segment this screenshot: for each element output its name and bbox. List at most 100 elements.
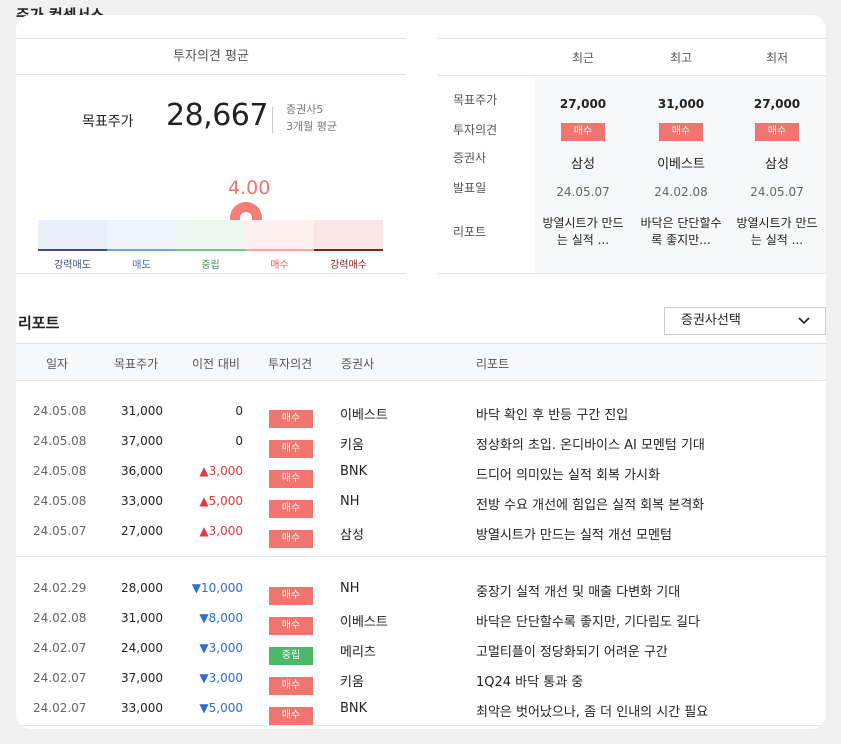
table-row[interactable]: 24.05.08 31,000 0 매수 이베스트 바닥 확인 후 반등 구간 진입 (16, 397, 826, 428)
scale-segment: 강력매수 (314, 220, 383, 271)
reports-table-header: 일자 목표주가 이전 대비 투자의견 증권사 리포트 (16, 343, 826, 381)
opinion-scale: 강력매도 매도 중립 매수 강력매수 (38, 220, 383, 271)
row-change: 0 (235, 404, 243, 418)
row-broker: 메리츠 (340, 645, 376, 660)
table-row[interactable]: 24.05.08 36,000 ▲3,000 매수 BNK 드디어 의미있는 실적 회복 … (16, 457, 826, 488)
header-date: 일자 (46, 357, 69, 371)
row-report-link[interactable]: 1Q24 바닥 통과 중 (476, 671, 583, 690)
row-broker: 키움 (340, 438, 364, 453)
opinion-average-header: 투자의견 평균 (16, 39, 406, 75)
summary-broker: 삼성 (571, 157, 595, 172)
consensus-card: 투자의견 평균 목표주가 28,667 증권사5 3개월 평균 4.00 강력매… (16, 15, 826, 729)
broker-select-label: 증권사선택 (681, 313, 741, 328)
summary-column-header: 최고 (669, 51, 693, 65)
summary-report-link[interactable]: 방열시트가 만드는 실적 ... (729, 215, 825, 249)
table-row[interactable]: 24.02.07 24,000 ▼3,000 중립 메리츠 고멀티플이 정당화되기 어려운… (16, 634, 826, 665)
header-opinion: 투자의견 (268, 357, 313, 371)
row-report-link[interactable]: 정상화의 초입. 온디바이스 AI 모멘텀 기대 (476, 434, 705, 453)
summary-target-price: 27,000 (753, 97, 801, 111)
opinion-average-panel: 투자의견 평균 목표주가 28,667 증권사5 3개월 평균 4.00 강력매… (16, 38, 406, 274)
target-price-info: 증권사5 3개월 평균 (286, 101, 337, 135)
scale-label: 매도 (132, 260, 151, 271)
broker-select[interactable]: 증권사선택 (664, 307, 826, 335)
scale-segment: 매수 (245, 220, 314, 271)
table-row[interactable]: 24.02.29 28,000 ▼10,000 매수 NH 중장기 실적 개선 및 매출 … (16, 574, 826, 605)
scale-segment: 매도 (107, 220, 176, 271)
row-report-link[interactable]: 바닥은 단단할수록 좋지만, 기다림도 길다 (476, 611, 700, 630)
target-price-label: 목표주가 (82, 114, 134, 130)
summary-date: 24.05.07 (750, 185, 804, 199)
opinion-score: 4.00 (228, 177, 271, 199)
summary-opinion: 매수 (729, 123, 825, 141)
table-row[interactable]: 24.05.08 33,000 ▲5,000 매수 NH 전방 수요 개선에 힘입은 실적… (16, 487, 826, 518)
row-change: ▲3,000 (199, 524, 243, 538)
summary-report-link[interactable]: 방열시트가 만드는 실적 ... (535, 215, 631, 249)
header-target: 목표주가 (114, 357, 159, 371)
row-report-link[interactable]: 최악은 벗어났으나, 좀 더 인내의 시간 필요 (476, 701, 708, 720)
row-broker: 키움 (340, 675, 364, 690)
row-report-link[interactable]: 방열시트가 만드는 실적 개선 모멘텀 (476, 524, 672, 543)
chevron-down-icon (798, 317, 810, 325)
divider (16, 556, 826, 557)
row-broker: 이베스트 (340, 615, 388, 630)
opinion-badge: 매수 (269, 677, 313, 695)
summary-date: 24.02.08 (654, 185, 708, 199)
summary-row-label: 리포트 (453, 225, 487, 239)
opinion-badge: 매수 (269, 530, 313, 548)
scale-label: 강력매수 (330, 260, 367, 271)
header-broker: 증권사 (341, 357, 375, 371)
row-change: ▲3,000 (199, 464, 243, 478)
table-row[interactable]: 24.02.07 33,000 ▼5,000 매수 BNK 최악은 벗어났으나, 좀 더 … (16, 694, 826, 725)
summary-opinion: 매수 (535, 123, 631, 141)
average-period: 3개월 평균 (286, 120, 337, 133)
table-row[interactable]: 24.02.07 37,000 ▼3,000 매수 키움 1Q24 바닥 통과 중 (16, 664, 826, 695)
opinion-badge: 매수 (755, 123, 799, 141)
divider (16, 725, 826, 726)
row-change: ▼3,000 (199, 641, 243, 655)
row-broker: 삼성 (340, 528, 364, 543)
row-change: ▼10,000 (191, 581, 243, 595)
summary-target-price: 31,000 (657, 97, 705, 111)
row-change: ▼8,000 (199, 611, 243, 625)
divider (272, 107, 273, 133)
broker-count: 증권사5 (286, 103, 324, 116)
opinion-badge: 중립 (269, 647, 313, 665)
summary-row-label: 발표일 (453, 181, 487, 195)
summary-date: 24.05.07 (556, 185, 610, 199)
row-report-link[interactable]: 전방 수요 개선에 힘입은 실적 회복 본격화 (476, 494, 704, 513)
table-row[interactable]: 24.02.08 31,000 ▼8,000 매수 이베스트 바닥은 단단할수록 좋지만,… (16, 604, 826, 635)
table-row[interactable]: 24.05.08 37,000 0 매수 키움 정상화의 초입. 온디바이스 AI 모멘텀… (16, 427, 826, 458)
opinion-badge: 매수 (659, 123, 703, 141)
opinion-badge: 매수 (269, 470, 313, 488)
row-change: ▼3,000 (199, 671, 243, 685)
row-broker: BNK (340, 701, 368, 716)
opinion-badge: 매수 (269, 410, 313, 428)
row-broker: 이베스트 (340, 408, 388, 423)
opinion-badge: 매수 (269, 500, 313, 518)
scale-label: 중립 (201, 260, 220, 271)
scale-label: 강력매도 (54, 260, 91, 271)
summary-opinion: 매수 (633, 123, 729, 141)
opinion-badge: 매수 (269, 587, 313, 605)
scale-segment: 강력매도 (38, 220, 107, 271)
summary-broker: 삼성 (765, 157, 789, 172)
row-report-link[interactable]: 중장기 실적 개선 및 매출 다변화 기대 (476, 581, 680, 600)
summary-broker: 이베스트 (657, 157, 705, 172)
row-broker: BNK (340, 464, 368, 479)
summary-column-header: 최저 (765, 51, 789, 65)
opinion-badge: 매수 (269, 707, 313, 725)
scale-label: 매수 (270, 260, 289, 271)
row-broker: NH (340, 494, 360, 509)
table-row[interactable]: 24.05.07 27,000 ▲3,000 매수 삼성 방열시트가 만드는 실적 개선 … (16, 517, 826, 548)
summary-report-link[interactable]: 바닥은 단단할수록 좋지만... (633, 215, 729, 249)
row-report-link[interactable]: 고멀티플이 정당화되기 어려운 구간 (476, 641, 668, 660)
header-change: 이전 대비 (192, 357, 240, 371)
opinion-badge: 매수 (269, 617, 313, 635)
target-price-value: 28,667 (166, 98, 268, 133)
summary-row-label: 투자의견 (453, 123, 498, 137)
row-change: 0 (235, 434, 243, 448)
row-report-link[interactable]: 바닥 확인 후 반등 구간 진입 (476, 404, 628, 423)
row-report-link[interactable]: 드디어 의미있는 실적 회복 가시화 (476, 464, 660, 483)
row-broker: NH (340, 581, 360, 596)
row-change: ▼5,000 (199, 701, 243, 715)
